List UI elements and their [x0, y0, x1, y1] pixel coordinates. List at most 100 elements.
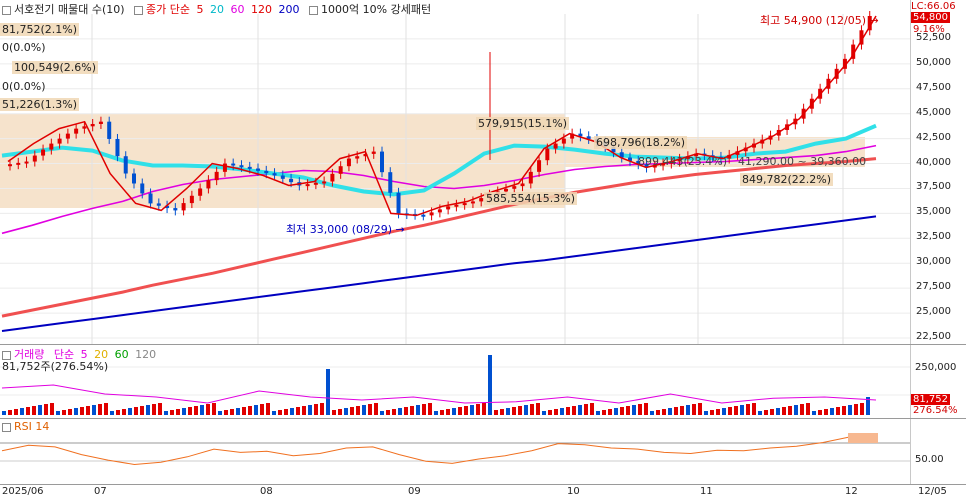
ma-period-120: 120: [251, 3, 273, 16]
date-axis[interactable]: 2025/06 07 08 09 10 11 12 12/05: [0, 484, 966, 500]
candle-body: [57, 138, 62, 144]
volume-bar: [338, 409, 342, 415]
rsi-tick-50: 50.00: [915, 454, 944, 465]
volume-bar: [194, 406, 198, 415]
stock-title: 서호전기 매물대 수(10): [14, 3, 125, 16]
volume-current-pct: 276.54%: [913, 405, 958, 416]
volume-bar: [788, 406, 792, 415]
volume-bar: [128, 408, 132, 415]
candle-body: [65, 133, 70, 139]
volume-bar: [554, 409, 558, 415]
collapse-icon[interactable]: [2, 5, 11, 15]
rsi-chart[interactable]: [0, 419, 910, 484]
candle-body: [454, 204, 459, 207]
volume-bar: [230, 409, 234, 415]
current-change-label: 9.16%: [913, 24, 945, 35]
volume-bar: [746, 404, 750, 415]
volume-bar: [446, 409, 450, 415]
volume-bar: [314, 404, 318, 415]
volume-bar: [74, 408, 78, 415]
volume-bar: [608, 409, 612, 415]
profile-label-4: 0(0.0%): [2, 80, 46, 93]
ma-period-5: 5: [196, 3, 204, 16]
volume-bar: [602, 410, 606, 415]
volume-period-120: 120: [135, 348, 157, 361]
candle-body: [256, 168, 260, 171]
candle-body: [520, 183, 525, 187]
candle-body: [181, 203, 186, 211]
candle-body: [371, 151, 376, 154]
date-label: 09: [408, 486, 421, 497]
ma-period-200: 200: [278, 3, 300, 16]
volume-bar: [386, 410, 390, 415]
price-chart[interactable]: [0, 0, 910, 344]
volume-bar: [518, 406, 522, 415]
volume-bar: [98, 404, 102, 415]
volume-bar: [674, 407, 678, 415]
candle-body: [148, 193, 153, 204]
collapse-icon[interactable]: [2, 422, 11, 432]
volume-bar: [830, 408, 834, 415]
volume-bar: [284, 409, 288, 415]
collapse-icon[interactable]: [134, 5, 144, 15]
volume-bar: [392, 409, 396, 415]
price-pane[interactable]: 서호전기 매물대 수(10) 종가 단순 5 20 60 120 200 100…: [0, 0, 910, 344]
candle-body: [41, 149, 46, 156]
high-label: 최고 54,900 (12/05): [760, 14, 867, 27]
candle-body: [32, 155, 37, 162]
volume-bar: [650, 411, 654, 415]
volume-bar: [290, 408, 294, 415]
candle-body: [214, 171, 219, 181]
volume-bar: [272, 411, 276, 415]
rsi-pane[interactable]: RSI 14: [0, 419, 910, 484]
volume-bar: [8, 410, 12, 415]
rsi-axis[interactable]: 50.00: [910, 419, 966, 484]
volume-bar: [740, 405, 744, 415]
candle-body: [156, 203, 161, 206]
price-axis[interactable]: LC:66.06 52,500 50,000 47,500 45,000 42,500 4…: [910, 0, 966, 344]
volume-bar: [14, 409, 18, 415]
profile-label-7: 698,796(18.2%): [594, 136, 688, 149]
volume-bar: [278, 410, 282, 415]
volume-bar: [212, 403, 216, 415]
volume-bar: [398, 408, 402, 415]
pattern-label: 1000억 10% 강세패턴: [321, 3, 432, 16]
candle-body: [49, 143, 54, 150]
volume-bar: [164, 411, 168, 415]
ma-label: 종가 단순: [146, 3, 191, 16]
volume-bar: [254, 405, 258, 415]
volume-bar: [596, 411, 600, 415]
arrow-right-icon: →: [395, 223, 405, 236]
volume-bar: [536, 403, 540, 415]
volume-pane[interactable]: 거래량 단순 5 20 60 120 81,752주(276.54%): [0, 345, 910, 418]
price-tick: 47,500: [916, 81, 951, 93]
volume-bar: [32, 406, 36, 415]
volume-bar: [734, 406, 738, 415]
sma200-line: [1, 215, 877, 332]
volume-bar: [182, 408, 186, 415]
candle-body: [330, 173, 335, 182]
volume-bar: [152, 404, 156, 415]
volume-bar: [302, 406, 306, 415]
volume-bar: [680, 406, 684, 415]
volume-bar: [794, 405, 798, 415]
volume-bar: [854, 404, 858, 415]
candle-body: [322, 181, 327, 184]
collapse-icon[interactable]: [309, 5, 319, 15]
volume-bar: [80, 407, 84, 415]
volume-bar: [806, 403, 810, 415]
profile-label-10: 849,782(22.2%): [740, 173, 834, 186]
volume-bar: [620, 407, 624, 415]
volume-bar: [362, 405, 366, 415]
low-annotation: 최저 33,000 (08/29) →: [286, 221, 405, 237]
profile-label-5: 51,226(1.3%): [0, 98, 80, 111]
candle-body: [305, 184, 310, 187]
ma-period-20: 20: [210, 3, 225, 16]
volume-bar: [464, 406, 468, 415]
volume-bar: [500, 409, 504, 415]
volume-bar: [266, 403, 270, 415]
candle-body: [115, 138, 120, 157]
volume-bar: [758, 411, 762, 415]
rsi-title: RSI 14: [14, 420, 50, 433]
candle-body: [388, 172, 393, 193]
